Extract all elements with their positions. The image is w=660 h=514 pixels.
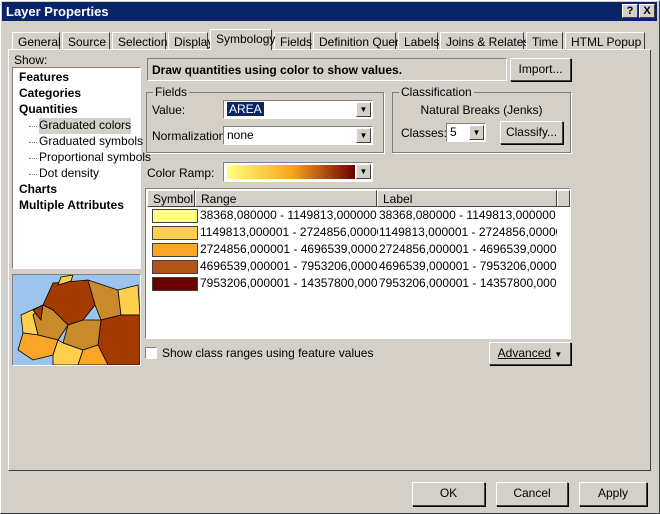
show-item[interactable]: Multiple Attributes <box>19 198 124 214</box>
tree-line <box>29 126 37 127</box>
table-row[interactable]: 7953206,000001 - 14357800,000000 7953206,… <box>148 276 568 292</box>
color-ramp-label: Color Ramp: <box>147 166 215 180</box>
normalization-selected: none <box>227 128 254 142</box>
description-text: Draw quantities using color to show valu… <box>152 63 403 77</box>
header-range[interactable]: Range <box>195 190 377 207</box>
header-filler <box>557 190 570 207</box>
label-cell[interactable]: 7953206,000001 - 14357800,000000 <box>379 276 557 290</box>
label-cell[interactable]: 1149813,000001 - 2724856,000000 <box>379 225 557 239</box>
tab-labels[interactable]: Labels <box>398 32 439 50</box>
show-item[interactable]: Dot density <box>39 166 99 182</box>
class-table[interactable]: Symbol Range Label 38368,080000 - 114981… <box>145 188 571 339</box>
tab-joins-relates[interactable]: Joins & Relates <box>440 32 529 50</box>
tree-line <box>29 142 37 143</box>
tab-html-popup[interactable]: HTML Popup <box>565 32 645 50</box>
symbol-swatch[interactable] <box>152 209 198 223</box>
header-label[interactable]: Label <box>377 190 557 207</box>
show-item[interactable]: Graduated symbols <box>39 134 143 150</box>
title-bar: Layer Properties <box>2 2 657 21</box>
cancel-button[interactable]: Cancel <box>496 482 568 506</box>
classes-label: Classes: <box>401 126 448 140</box>
tab-general[interactable]: General <box>12 32 61 50</box>
advanced-label: Advanced <box>497 346 552 360</box>
table-row[interactable]: 1149813,000001 - 2724856,000000 1149813,0… <box>148 225 568 241</box>
chevron-down-icon[interactable]: ▼ <box>469 125 484 140</box>
classification-method: Natural Breaks (Jenks) <box>420 103 543 117</box>
symbol-swatch[interactable] <box>152 243 198 257</box>
symbol-swatch[interactable] <box>152 226 198 240</box>
apply-button[interactable]: Apply <box>579 482 647 506</box>
show-ranges-checkbox[interactable] <box>145 347 157 359</box>
table-row[interactable]: 38368,080000 - 1149813,000000 38368,08000… <box>148 208 568 224</box>
description-box: Draw quantities using color to show valu… <box>147 58 507 81</box>
range-cell[interactable]: 2724856,000001 - 4696539,000000 <box>200 242 378 256</box>
classes-combo[interactable]: 5 ▼ <box>446 123 486 142</box>
chevron-down-icon: ▼ <box>554 350 563 359</box>
symbol-swatch[interactable] <box>152 260 198 274</box>
tab-selection[interactable]: Selection <box>112 32 167 50</box>
label-cell[interactable]: 38368,080000 - 1149813,000000 <box>379 208 557 222</box>
tab-source[interactable]: Source <box>62 32 110 50</box>
show-item[interactable]: Quantities <box>19 102 78 118</box>
tree-line <box>29 174 37 175</box>
window-title: Layer Properties <box>6 4 109 19</box>
chevron-down-icon[interactable]: ▼ <box>356 102 371 117</box>
show-item[interactable]: Graduated colors <box>39 118 132 134</box>
show-label: Show: <box>14 53 48 67</box>
show-ranges-label: Show class ranges using feature values <box>162 346 374 360</box>
normalization-label: Normalization: <box>152 129 229 143</box>
label-cell[interactable]: 4696539,000001 - 7953206,000000 <box>379 259 557 273</box>
value-selected: AREA <box>227 102 264 116</box>
show-item[interactable]: Charts <box>19 182 57 198</box>
value-combo[interactable]: AREA ▼ <box>223 100 373 119</box>
show-item[interactable]: Proportional symbols <box>39 150 151 166</box>
show-item[interactable]: Categories <box>19 86 81 102</box>
tree-line <box>29 158 37 159</box>
tab-time[interactable]: Time <box>526 32 563 50</box>
tab-symbology[interactable]: Symbology <box>210 29 275 50</box>
table-row[interactable]: 4696539,000001 - 7953206,000000 4696539,0… <box>148 259 568 275</box>
show-list[interactable]: Features Categories Quantities Graduated co… <box>12 67 151 269</box>
label-cell[interactable]: 2724856,000001 - 4696539,000000 <box>379 242 557 256</box>
value-label: Value: <box>152 103 186 117</box>
classification-group-title: Classification <box>399 85 474 99</box>
header-symbol[interactable]: Symbol <box>147 190 195 207</box>
table-row[interactable]: 2724856,000001 - 4696539,000000 2724856,0… <box>148 242 568 258</box>
range-cell[interactable]: 7953206,000001 - 14357800,000000 <box>200 276 378 290</box>
chevron-down-icon[interactable]: ▼ <box>356 164 371 179</box>
normalization-combo[interactable]: none ▼ <box>223 126 373 145</box>
range-cell[interactable]: 1149813,000001 - 2724856,000000 <box>200 225 378 239</box>
range-cell[interactable]: 38368,080000 - 1149813,000000 <box>200 208 378 222</box>
tab-fields[interactable]: Fields <box>274 32 312 50</box>
classes-selected: 5 <box>450 125 457 139</box>
range-cell[interactable]: 4696539,000001 - 7953206,000000 <box>200 259 378 273</box>
fields-group-title: Fields <box>153 85 190 99</box>
show-item[interactable]: Features <box>19 70 69 86</box>
symbol-swatch[interactable] <box>152 277 198 291</box>
classify-button[interactable]: Classify... <box>500 121 563 144</box>
close-button[interactable]: X <box>639 4 655 18</box>
chevron-down-icon[interactable]: ▼ <box>356 128 371 143</box>
import-button[interactable]: Import... <box>510 58 571 81</box>
preview-map <box>12 274 141 366</box>
tab-definition-query[interactable]: Definition Query <box>313 32 405 50</box>
color-ramp-combo[interactable]: ▼ <box>223 162 373 182</box>
tab-display[interactable]: Display <box>168 32 213 50</box>
advanced-button[interactable]: Advanced ▼ <box>489 342 571 365</box>
ok-button[interactable]: OK <box>412 482 485 506</box>
help-button[interactable]: ? <box>622 4 638 18</box>
color-ramp-swatch <box>227 165 355 179</box>
